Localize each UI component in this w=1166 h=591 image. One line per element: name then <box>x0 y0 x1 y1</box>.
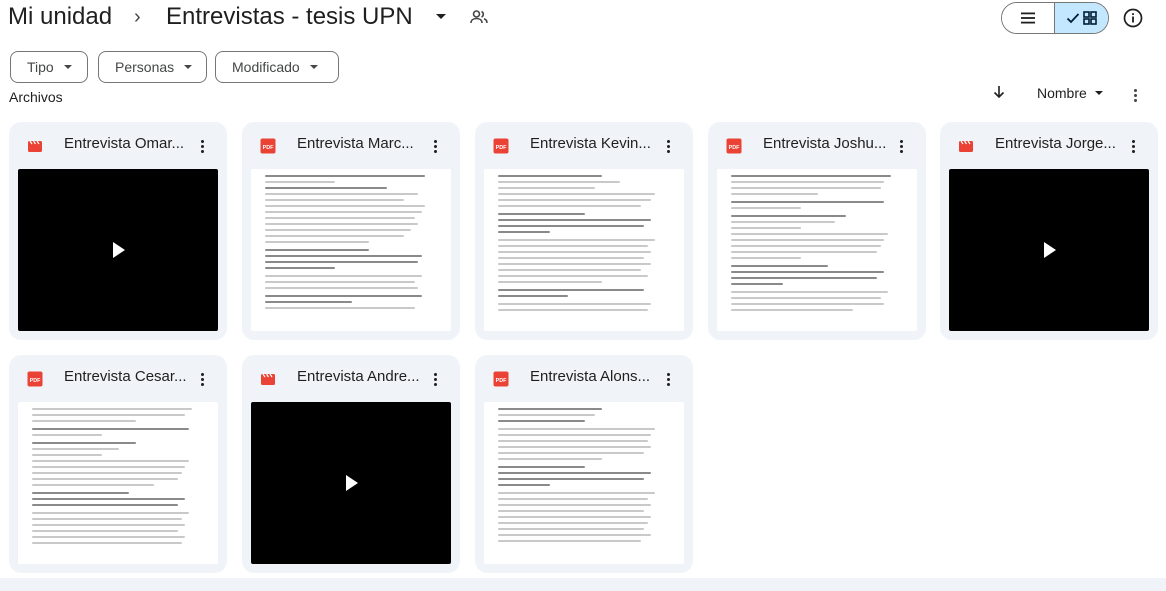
video-thumbnail <box>18 169 218 331</box>
pdf-file-icon: PDF <box>493 371 509 387</box>
more-options-icon[interactable] <box>896 136 906 156</box>
pdf-file-icon: PDF <box>27 371 43 387</box>
shared-folder-icon[interactable] <box>468 6 490 28</box>
file-card[interactable]: Entrevista Omar... <box>9 122 227 340</box>
section-label-files: Archivos <box>9 89 63 105</box>
arrow-down-icon[interactable] <box>991 84 1007 100</box>
breadcrumb-separator: › <box>134 6 141 28</box>
file-name: Entrevista Marc... <box>297 135 414 152</box>
filter-chip-people[interactable]: Personas <box>98 51 207 83</box>
sort-by-button[interactable]: Nombre <box>1037 85 1103 101</box>
svg-text:PDF: PDF <box>496 378 507 384</box>
document-thumbnail <box>484 169 684 331</box>
bottom-strip <box>0 578 1166 591</box>
video-file-icon <box>28 140 42 152</box>
file-name: Entrevista Alons... <box>530 368 651 385</box>
svg-text:PDF: PDF <box>729 145 740 151</box>
more-options-icon[interactable] <box>1130 86 1140 104</box>
pdf-file-icon: PDF <box>726 138 742 154</box>
file-name: Entrevista Andre... <box>297 368 420 385</box>
svg-text:PDF: PDF <box>496 145 507 151</box>
more-options-icon[interactable] <box>430 136 440 156</box>
file-card[interactable]: PDF Entrevista Marc... <box>242 122 460 340</box>
play-icon <box>1044 242 1056 258</box>
filter-chip-modified[interactable]: Modificado <box>215 51 339 83</box>
file-card-header: Entrevista Jorge... <box>940 122 1158 168</box>
file-card[interactable]: Entrevista Jorge... <box>940 122 1158 340</box>
filter-chip-label: Personas <box>115 59 175 75</box>
breadcrumb-root[interactable]: Mi unidad <box>8 3 112 31</box>
pdf-file-icon: PDF <box>260 138 276 154</box>
document-thumbnail <box>18 402 218 564</box>
file-name: Entrevista Kevin... <box>530 135 651 152</box>
file-name: Entrevista Cesar... <box>64 368 187 385</box>
check-icon <box>1066 13 1080 24</box>
svg-text:PDF: PDF <box>30 378 41 384</box>
more-options-icon[interactable] <box>430 369 440 389</box>
folder-menu-caret-icon[interactable] <box>436 14 446 19</box>
file-name: Entrevista Joshu... <box>763 135 887 152</box>
list-view-icon <box>1021 12 1035 24</box>
file-card-header: PDF Entrevista Cesar... <box>9 355 227 401</box>
file-card-header: PDF Entrevista Marc... <box>242 122 460 168</box>
file-name: Entrevista Jorge... <box>995 135 1116 152</box>
document-thumbnail <box>484 402 684 564</box>
chevron-down-icon <box>309 65 318 69</box>
sort-by-label: Nombre <box>1037 85 1087 101</box>
breadcrumb-current-folder[interactable]: Entrevistas - tesis UPN <box>166 3 413 31</box>
file-card[interactable]: PDF Entrevista Cesar... <box>9 355 227 573</box>
file-card[interactable]: PDF Entrevista Kevin... <box>475 122 693 340</box>
pdf-file-icon: PDF <box>493 138 509 154</box>
document-thumbnail <box>717 169 917 331</box>
info-icon[interactable] <box>1122 7 1144 29</box>
filter-chip-type[interactable]: Tipo <box>10 51 88 83</box>
more-options-icon[interactable] <box>663 136 673 156</box>
file-card[interactable]: PDF Entrevista Joshu... <box>708 122 926 340</box>
more-options-icon[interactable] <box>1128 136 1138 156</box>
svg-text:PDF: PDF <box>263 145 274 151</box>
video-file-icon <box>261 373 275 385</box>
header: Mi unidad › Entrevistas - tesis UPN <box>0 0 1166 38</box>
chevron-down-icon <box>184 65 193 69</box>
grid-view-icon <box>1083 11 1097 25</box>
document-thumbnail <box>251 169 451 331</box>
file-card-header: Entrevista Omar... <box>9 122 227 168</box>
chevron-down-icon <box>63 65 72 69</box>
file-card-header: PDF Entrevista Joshu... <box>708 122 926 168</box>
file-card[interactable]: Entrevista Andre... <box>242 355 460 573</box>
play-icon <box>113 242 125 258</box>
filter-chip-label: Modificado <box>232 59 300 75</box>
video-thumbnail <box>251 402 451 564</box>
play-icon <box>346 475 358 491</box>
file-card-header: PDF Entrevista Kevin... <box>475 122 693 168</box>
video-thumbnail <box>949 169 1149 331</box>
file-card[interactable]: PDF Entrevista Alons... <box>475 355 693 573</box>
filter-chip-label: Tipo <box>27 59 54 75</box>
grid-view-button[interactable] <box>1055 3 1108 33</box>
view-toggle <box>1001 2 1109 34</box>
video-file-icon <box>959 140 973 152</box>
file-card-header: PDF Entrevista Alons... <box>475 355 693 401</box>
list-view-button[interactable] <box>1002 3 1055 33</box>
more-options-icon[interactable] <box>197 369 207 389</box>
more-options-icon[interactable] <box>663 369 673 389</box>
chevron-down-icon <box>1094 91 1103 95</box>
more-options-icon[interactable] <box>197 136 207 156</box>
file-name: Entrevista Omar... <box>64 135 185 152</box>
file-card-header: Entrevista Andre... <box>242 355 460 401</box>
